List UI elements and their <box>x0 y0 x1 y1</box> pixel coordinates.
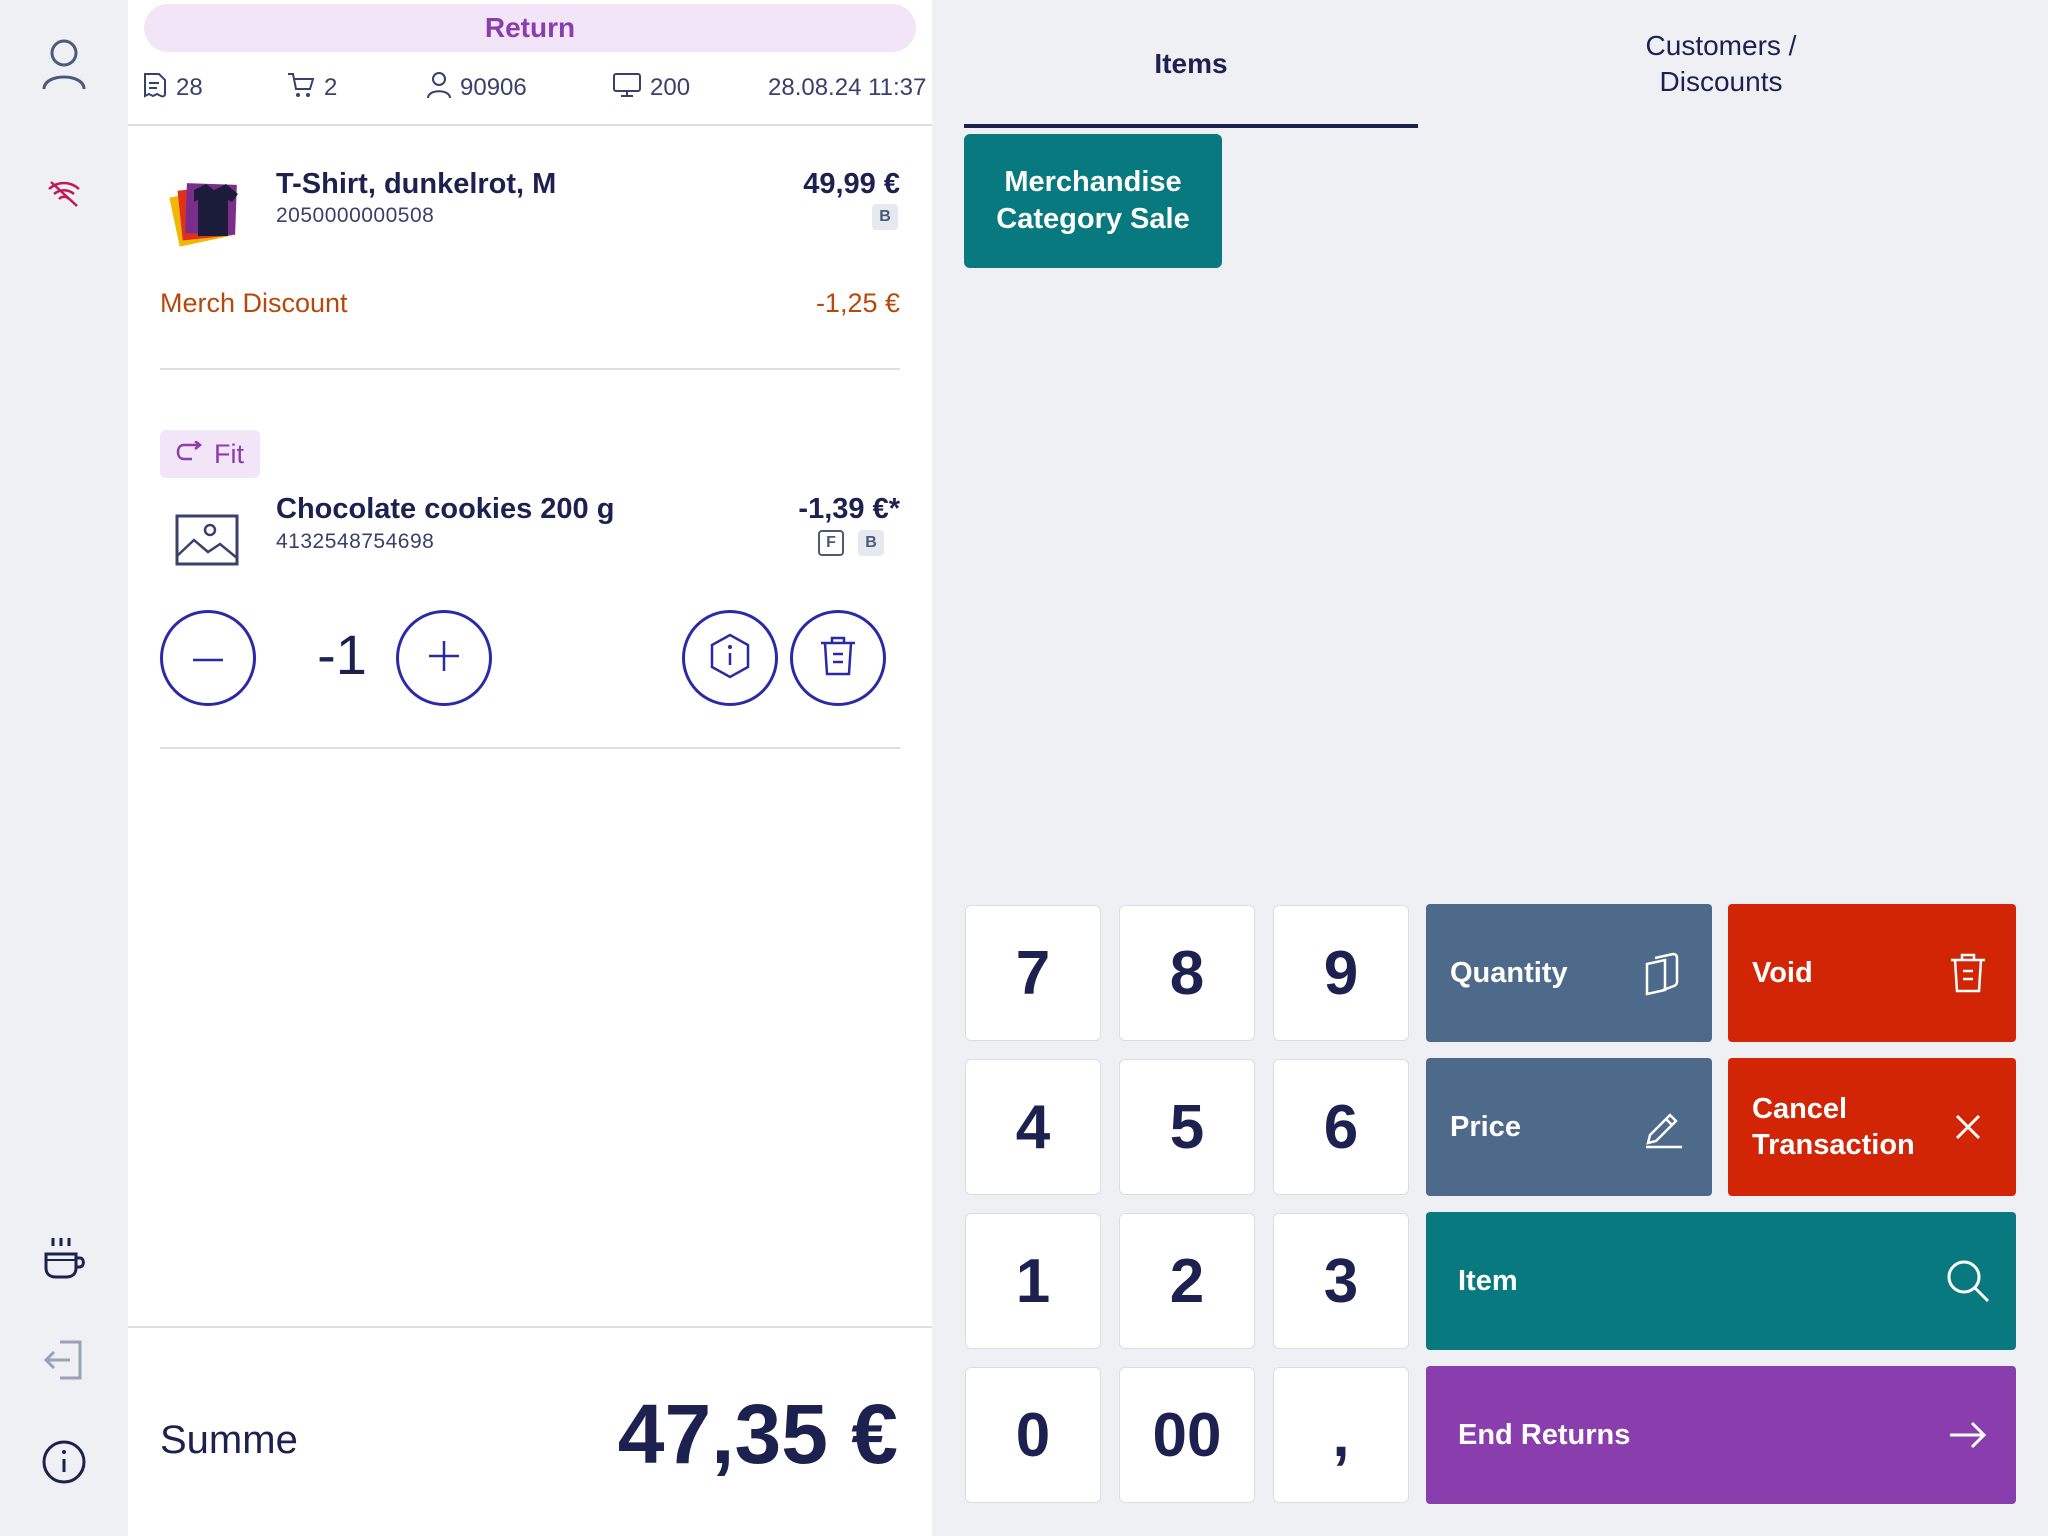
price-button[interactable]: Price <box>1426 1058 1712 1196</box>
cancel-transaction-button[interactable]: Cancel Transaction <box>1728 1058 2016 1196</box>
merchandise-category-sale-button[interactable]: Merchandise Category Sale <box>964 134 1222 268</box>
terminal-id: 200 <box>612 68 690 108</box>
discount-label: Merch Discount <box>160 288 348 318</box>
void-button[interactable]: Void <box>1728 904 2016 1042</box>
end-returns-button[interactable]: End Returns <box>1426 1366 2016 1504</box>
person-icon <box>426 71 452 106</box>
key-7[interactable]: 7 <box>965 905 1101 1041</box>
tab-customers-discounts[interactable]: Customers / Discounts <box>1418 0 2024 128</box>
cart-icon <box>286 71 316 106</box>
return-arrow-icon <box>176 439 204 470</box>
info-hexagon-icon <box>708 633 752 684</box>
decrease-quantity-button[interactable] <box>160 610 256 706</box>
line-barcode: 4132548754698 <box>276 530 435 553</box>
image-placeholder-icon <box>174 510 240 570</box>
quantity-button[interactable]: Quantity <box>1426 904 1712 1042</box>
line-title: T-Shirt, dunkelrot, M <box>276 168 557 200</box>
total-amount: 47,35 € <box>617 1387 898 1481</box>
sidebar <box>0 0 128 1536</box>
discount-value: -1,25 € <box>815 288 900 318</box>
item-search-button[interactable]: Item <box>1426 1212 2016 1350</box>
transaction-info-bar: 28 2 90906 200 28.08.24 11:37 <box>140 68 930 108</box>
coffee-break-icon[interactable] <box>32 1224 96 1288</box>
total-label: Summe <box>160 1418 298 1462</box>
line-price: -1,39 €* <box>798 493 900 525</box>
plus-icon <box>429 640 459 676</box>
tax-badge: B <box>872 204 898 230</box>
key-2[interactable]: 2 <box>1119 1213 1255 1349</box>
key-8[interactable]: 8 <box>1119 905 1255 1041</box>
monitor-icon <box>612 71 642 106</box>
logout-icon[interactable] <box>32 1328 96 1392</box>
tax-badge: B <box>858 530 884 556</box>
info-icon[interactable] <box>32 1430 96 1494</box>
cashier-id: 90906 <box>426 68 527 108</box>
return-reason-tag: Fit <box>160 430 260 478</box>
line-title: Chocolate cookies 200 g <box>276 493 615 525</box>
return-mode-banner: Return <box>144 4 916 52</box>
receipt-icon <box>140 71 168 106</box>
tab-items[interactable]: Items <box>964 0 1418 128</box>
search-icon <box>1944 1257 1992 1305</box>
line-divider <box>160 747 900 749</box>
total-panel: Summe 47,35 € <box>128 1326 932 1536</box>
line-divider <box>160 368 900 370</box>
minus-icon <box>193 649 223 667</box>
pencil-icon <box>1640 1103 1688 1151</box>
key-6[interactable]: 6 <box>1273 1059 1409 1195</box>
user-icon[interactable] <box>32 32 96 96</box>
catalog-tabs: Items Customers / Discounts <box>964 0 2024 128</box>
tax-badge: F <box>818 530 844 556</box>
line-price: 49,99 € <box>803 168 900 200</box>
key-0[interactable]: 0 <box>965 1367 1101 1503</box>
key-00[interactable]: 00 <box>1119 1367 1255 1503</box>
trash-icon <box>1944 949 1992 997</box>
line-barcode: 2050000000508 <box>276 204 435 227</box>
close-icon <box>1944 1103 1992 1151</box>
receipt-panel: Return 28 2 90906 200 28.08.24 11:37 T-S… <box>128 0 932 1536</box>
active-tab-indicator <box>964 124 1418 128</box>
key-1[interactable]: 1 <box>965 1213 1101 1349</box>
line-info-button[interactable] <box>682 610 778 706</box>
delete-line-button[interactable] <box>790 610 886 706</box>
key-5[interactable]: 5 <box>1119 1059 1255 1195</box>
key-9[interactable]: 9 <box>1273 905 1409 1041</box>
receipt-number: 28 <box>140 68 203 108</box>
trash-icon <box>818 634 858 683</box>
wifi-off-icon <box>32 162 96 226</box>
key-comma[interactable]: , <box>1273 1367 1409 1503</box>
tshirt-thumbnail <box>168 170 250 252</box>
transaction-datetime: 28.08.24 11:37 <box>768 74 927 101</box>
copy-pages-icon <box>1640 949 1688 997</box>
cart-count: 2 <box>286 68 337 108</box>
header-divider <box>128 124 932 126</box>
key-4[interactable]: 4 <box>965 1059 1101 1195</box>
arrow-right-icon <box>1944 1411 1992 1459</box>
key-3[interactable]: 3 <box>1273 1213 1409 1349</box>
quantity-value: -1 <box>317 623 367 686</box>
increase-quantity-button[interactable] <box>396 610 492 706</box>
